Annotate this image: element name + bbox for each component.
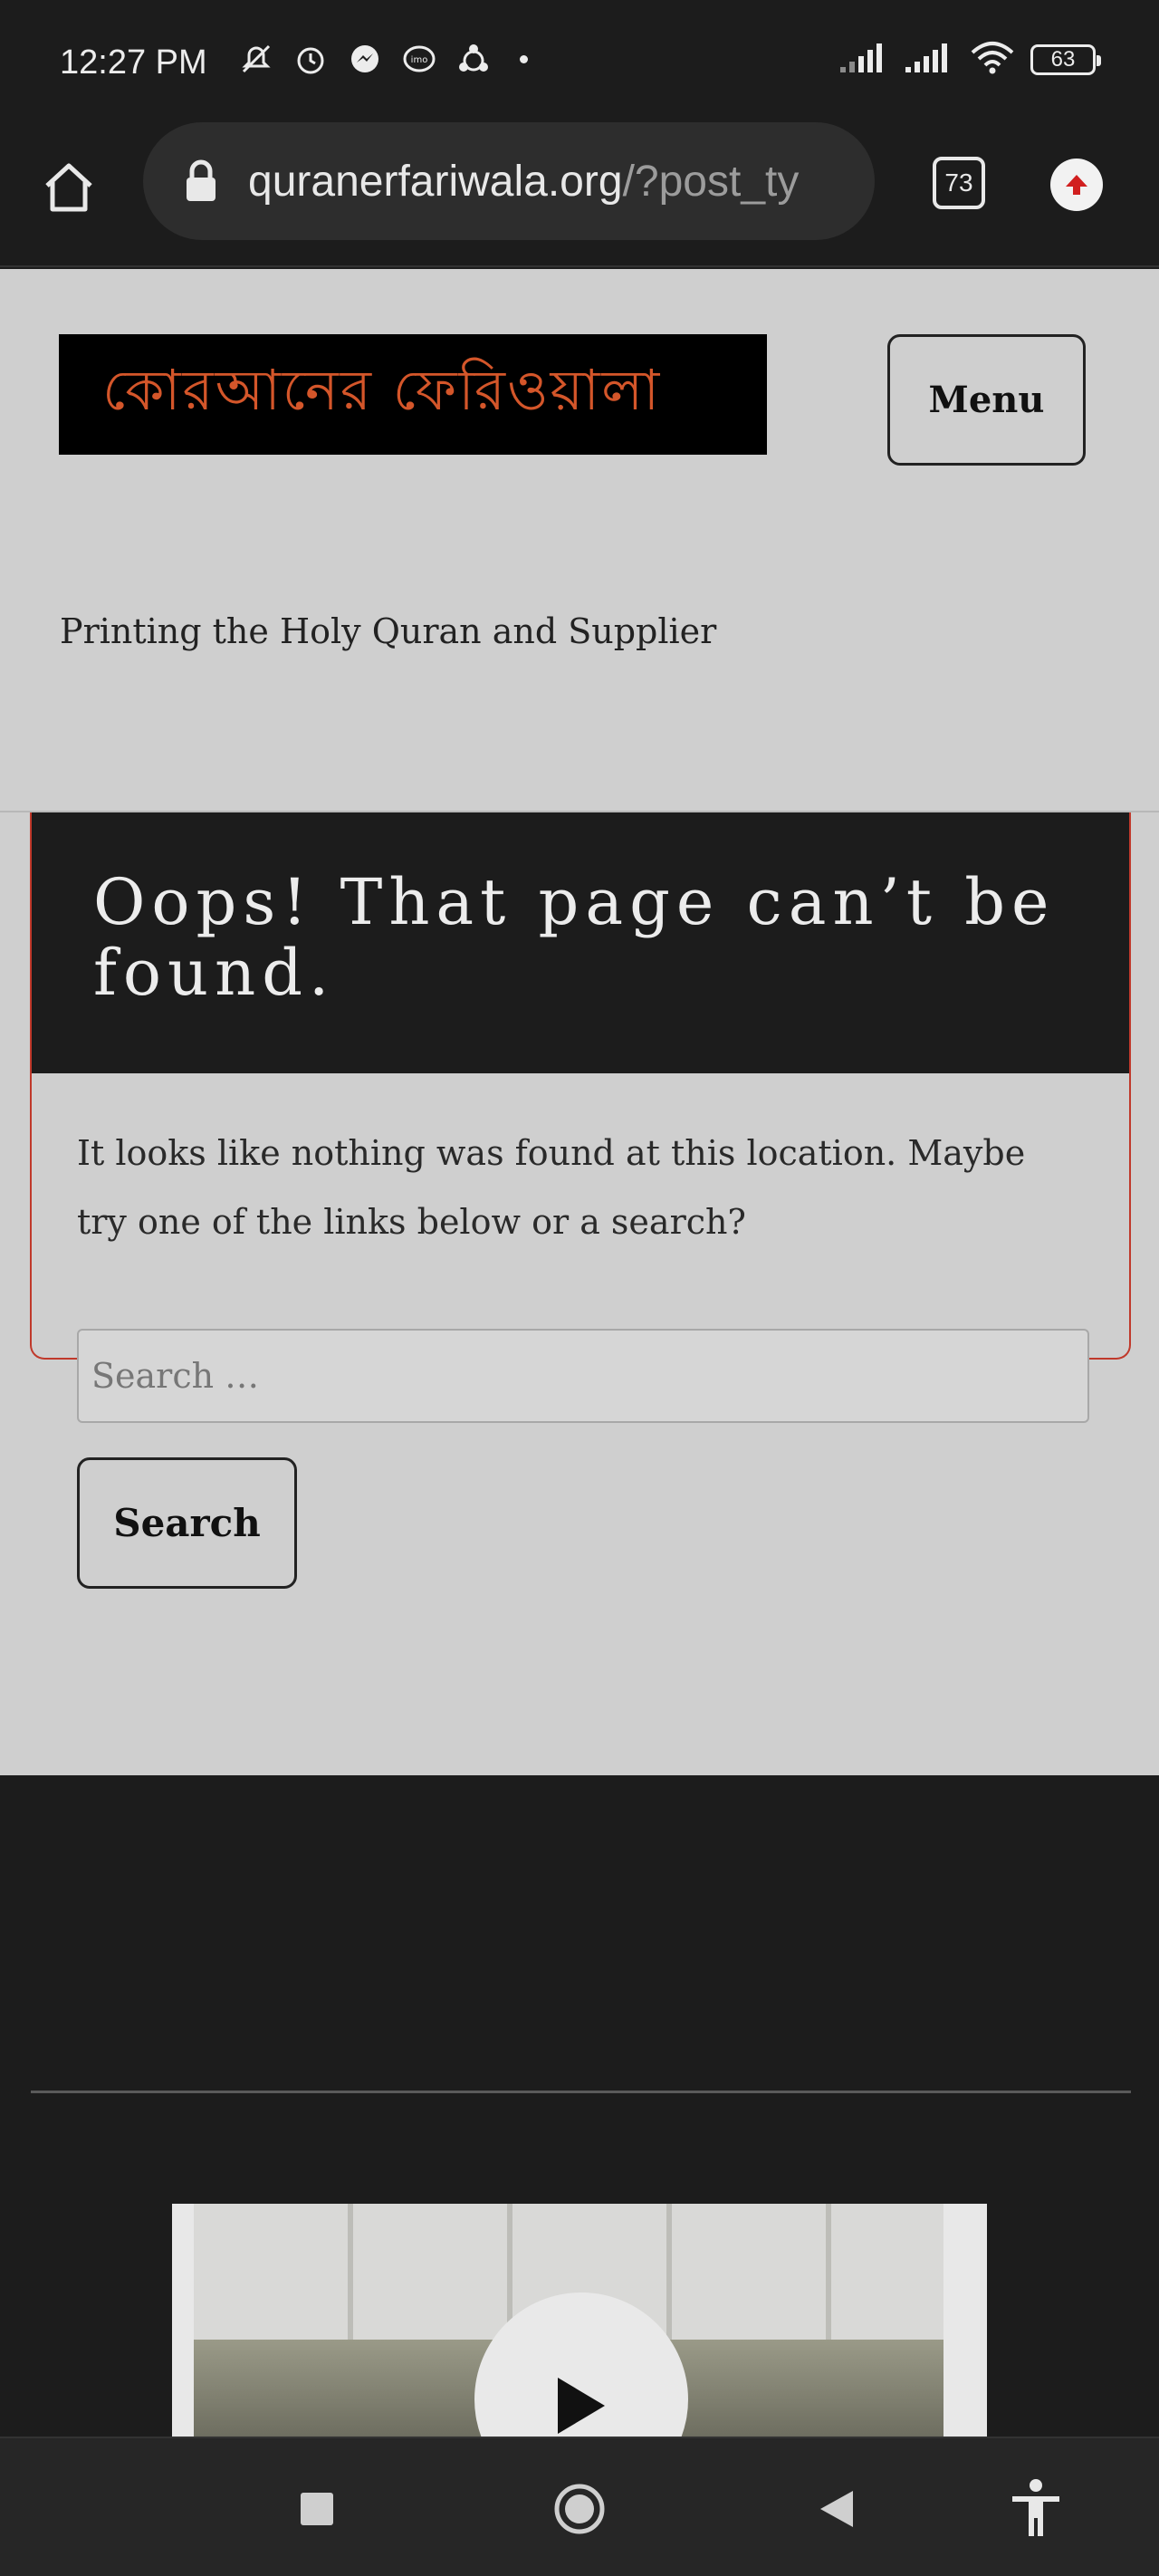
video-embed[interactable] xyxy=(172,2204,987,2437)
site-tagline: Printing the Holy Quran and Supplier xyxy=(60,611,717,651)
signal-icon xyxy=(838,40,889,80)
more-dot-icon xyxy=(520,54,528,63)
search-input[interactable] xyxy=(77,1329,1089,1423)
back-button[interactable] xyxy=(804,2476,869,2542)
notification-icons: imo xyxy=(237,40,528,78)
play-icon xyxy=(558,2378,605,2434)
wifi-icon xyxy=(969,40,1016,80)
page-content: কোরআনের ফেরিওয়ালা Menu Printing the Hol… xyxy=(0,269,1159,1775)
svg-text:imo: imo xyxy=(411,55,428,65)
search-button[interactable]: Search xyxy=(77,1457,297,1589)
sync-icon xyxy=(455,40,493,78)
home-button[interactable] xyxy=(36,155,101,220)
recents-button[interactable] xyxy=(284,2476,350,2542)
error-card: Oops! That page can’t be found. It looks… xyxy=(30,812,1131,1589)
site-logo[interactable]: কোরআনের ফেরিওয়ালা xyxy=(59,334,767,455)
mute-icon xyxy=(237,40,275,78)
update-button[interactable] xyxy=(1050,159,1103,211)
back-triangle-icon xyxy=(820,2491,853,2527)
system-icons: 63 xyxy=(838,40,1101,80)
arrow-up-icon xyxy=(1066,175,1087,195)
accessibility-icon xyxy=(1012,2479,1059,2536)
error-message: It looks like nothing was found at this … xyxy=(77,1133,1026,1242)
imo-icon: imo xyxy=(400,40,438,78)
site-header: কোরআনের ফেরিওয়ালা Menu Printing the Hol… xyxy=(0,269,1159,812)
alarm-icon xyxy=(292,40,330,78)
circle-icon xyxy=(554,2484,605,2534)
system-nav-bar xyxy=(0,2437,1159,2576)
site-footer xyxy=(0,1775,1159,2437)
messenger-icon xyxy=(346,40,384,78)
tab-switcher-button[interactable]: 73 xyxy=(933,157,985,209)
square-icon xyxy=(301,2493,333,2525)
error-body: It looks like nothing was found at this … xyxy=(32,1073,1129,1589)
home-icon xyxy=(45,163,92,212)
home-nav-button[interactable] xyxy=(547,2476,612,2542)
lock-icon xyxy=(187,159,216,201)
status-bar: 12:27 PM imo 63 xyxy=(0,0,1159,122)
menu-button[interactable]: Menu xyxy=(887,334,1086,466)
browser-toolbar: quranerfariwala.org/?post_ty 73 xyxy=(0,122,1159,267)
url-path: /?post_ty xyxy=(622,157,800,206)
error-header: Oops! That page can’t be found. xyxy=(32,812,1129,1073)
address-bar[interactable]: quranerfariwala.org/?post_ty xyxy=(143,122,875,240)
status-time: 12:27 PM xyxy=(60,43,207,82)
url-domain: quranerfariwala.org xyxy=(248,157,623,206)
footer-divider xyxy=(31,2091,1131,2093)
error-title: Oops! That page can’t be found. xyxy=(93,865,1056,1010)
signal-icon xyxy=(904,40,954,80)
accessibility-button[interactable] xyxy=(1003,2476,1068,2542)
battery-icon: 63 xyxy=(1030,44,1101,75)
logo-text: কোরআনের ফেরিওয়ালা xyxy=(102,357,662,423)
url-text[interactable]: quranerfariwala.org/?post_ty xyxy=(248,157,864,207)
tab-count: 73 xyxy=(944,168,973,197)
battery-level: 63 xyxy=(1050,47,1076,72)
